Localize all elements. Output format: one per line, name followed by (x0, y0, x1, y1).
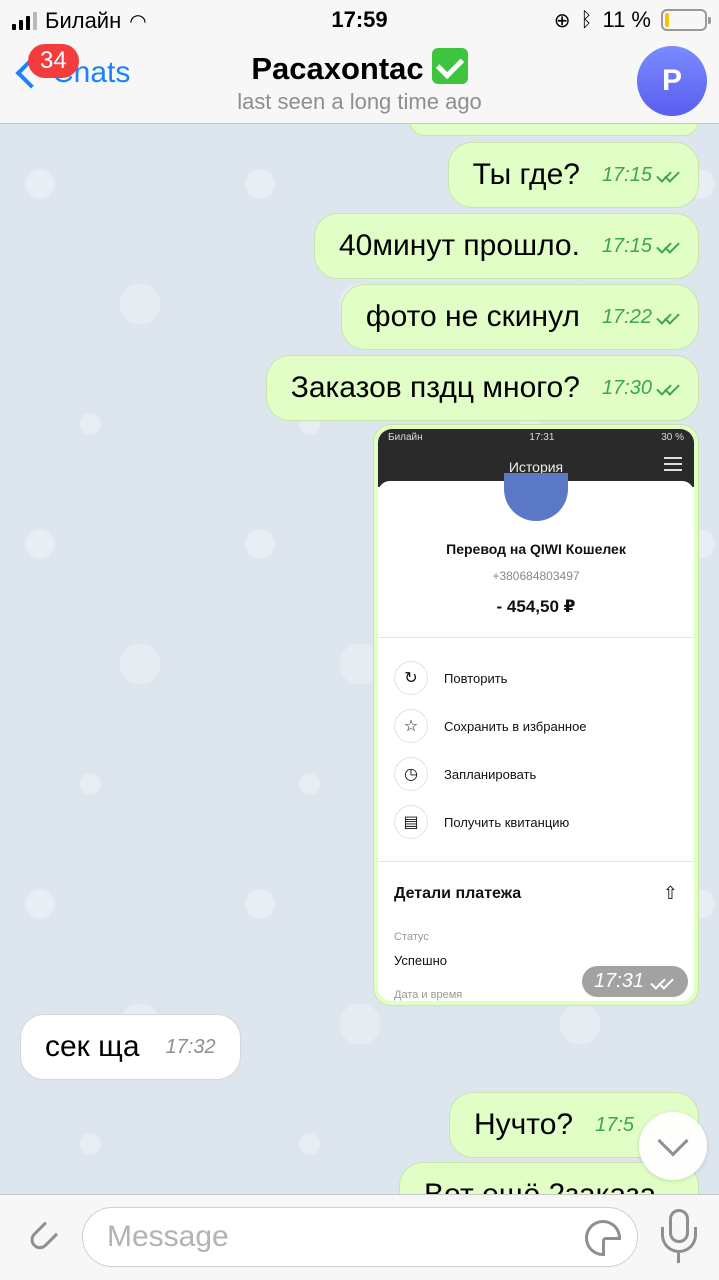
chat-subtitle: last seen a long time ago (237, 89, 482, 114)
battery-fill (665, 13, 670, 27)
star-icon: ☆ (394, 709, 428, 743)
message-time: 17:32 (165, 1035, 216, 1058)
message-time: 17:15 (601, 234, 652, 257)
double-check-icon (656, 238, 682, 254)
chat-area[interactable]: Ты где? 17:15 40минут прошло. 17:15 фото… (0, 124, 719, 1194)
orientation-lock-icon: ⊕ (553, 9, 571, 32)
screenshot-date-label: Дата и время (394, 989, 463, 1001)
paperclip-icon: ⊂ (14, 1209, 70, 1265)
message-text: Нучто? (474, 1108, 574, 1141)
screenshot-action-label: Сохранить в избранное (444, 718, 587, 734)
chevron-down-icon (657, 1125, 689, 1157)
qiwi-logo-icon (504, 473, 568, 521)
screenshot-transfer: Перевод на QIWI Кошелек (446, 541, 626, 557)
message-meta: 17:15 (602, 235, 682, 258)
message-bubble-partial[interactable] (409, 124, 699, 136)
screenshot-action: ↻ Повторить (394, 661, 507, 695)
message-text: фото не скинул (365, 300, 580, 333)
image-message[interactable]: Билайн 17:31 30 % История Перевод на QIW… (373, 424, 699, 1006)
double-check-icon (656, 309, 682, 325)
share-icon: ⇧ (662, 883, 678, 903)
message-placeholder: Message (107, 1220, 229, 1253)
screenshot-action-label: Повторить (444, 670, 508, 686)
screenshot-carrier: Билайн (388, 432, 423, 443)
message-time: 17:15 (601, 163, 652, 186)
screenshot-amount: - 454,50 ₽ (496, 597, 576, 616)
bluetooth-icon: ᛒ (580, 8, 593, 31)
screenshot-status-value: Успешно (394, 953, 447, 968)
screenshot-action: ▤ Получить квитанцию (394, 805, 569, 839)
screenshot-status-bar: Билайн 17:31 30 % (388, 432, 684, 443)
message-meta: 17:22 (602, 306, 682, 329)
double-check-icon (656, 167, 682, 183)
chat-title[interactable]: Pacaxontac (0, 48, 719, 87)
chat-title-text: Pacaxontac (251, 51, 424, 86)
double-check-icon (650, 973, 676, 990)
message-meta: 17:15 (602, 164, 682, 187)
message-bubble[interactable]: Ты где? 17:15 (447, 142, 699, 208)
message-bubble[interactable]: фото не скинул 17:22 (340, 284, 699, 350)
message-text: Вот ещё 2заказа (424, 1178, 656, 1194)
screenshot-time: 17:31 (529, 432, 555, 443)
message-input[interactable]: Message (82, 1207, 638, 1267)
status-right: ⊕ ᛒ 11 % (553, 7, 711, 33)
scroll-down-button[interactable] (639, 1112, 707, 1180)
divider (378, 637, 694, 638)
microphone-icon-arc (661, 1227, 697, 1253)
message-text: Ты где? (472, 158, 580, 191)
screenshot-battery: 30 % (661, 432, 684, 443)
check-mark-icon (431, 48, 468, 84)
filter-icon (664, 457, 682, 471)
microphone-icon-stem (677, 1253, 680, 1263)
screenshot-card: Перевод на QIWI Кошелек +380684803497 - … (378, 473, 694, 1001)
message-meta: 17:30 (602, 377, 682, 400)
status-bar: Билайн ◠ 17:59 ⊕ ᛒ 11 % (0, 0, 719, 40)
screenshot-action: ◷ Запланировать (394, 757, 536, 791)
divider (378, 861, 694, 862)
receipt-icon: ▤ (394, 805, 428, 839)
composer: ⊂ Message (0, 1194, 719, 1280)
battery-percent: 11 % (602, 7, 651, 32)
message-bubble[interactable]: 40минут прошло. 17:15 (314, 213, 699, 279)
message-time: 17:22 (601, 305, 652, 328)
screenshot-status-label: Статус (394, 931, 429, 943)
message-meta: 17:5 (595, 1114, 634, 1137)
message-time: 17:31 (593, 970, 644, 992)
screenshot-phone: +380684803497 (492, 569, 580, 583)
repeat-icon: ↻ (394, 661, 428, 695)
attachment-button[interactable]: ⊂ (8, 1203, 76, 1271)
message-bubble[interactable]: Заказов пздц много? 17:30 (265, 355, 699, 421)
message-time: 17:5 (595, 1113, 635, 1136)
message-text: сек ща (45, 1030, 140, 1063)
screenshot-action-label: Запланировать (444, 766, 537, 782)
screenshot-action: ☆ Сохранить в избранное (394, 709, 587, 743)
message-time: 17:30 (601, 376, 652, 399)
message-text: Заказов пздц много? (290, 371, 580, 404)
screenshot-details-title: Детали платежа (394, 885, 522, 902)
message-text: 40минут прошло. (339, 229, 580, 262)
message-bubble-incoming[interactable]: сек ща 17:32 (20, 1014, 241, 1080)
image-message-meta: 17:31 (581, 966, 688, 997)
screenshot-image: Билайн 17:31 30 % История Перевод на QIW… (378, 429, 694, 1001)
screenshot-action-label: Получить квитанцию (444, 814, 570, 830)
clock-icon: ◷ (394, 757, 428, 791)
double-check-icon (656, 380, 682, 396)
avatar[interactable]: P (637, 46, 707, 116)
battery-icon (661, 9, 711, 31)
microphone-button[interactable] (661, 1209, 697, 1265)
sticker-icon[interactable] (585, 1220, 621, 1256)
chat-header: Chats 34 Pacaxontac last seen a long tim… (0, 40, 719, 124)
